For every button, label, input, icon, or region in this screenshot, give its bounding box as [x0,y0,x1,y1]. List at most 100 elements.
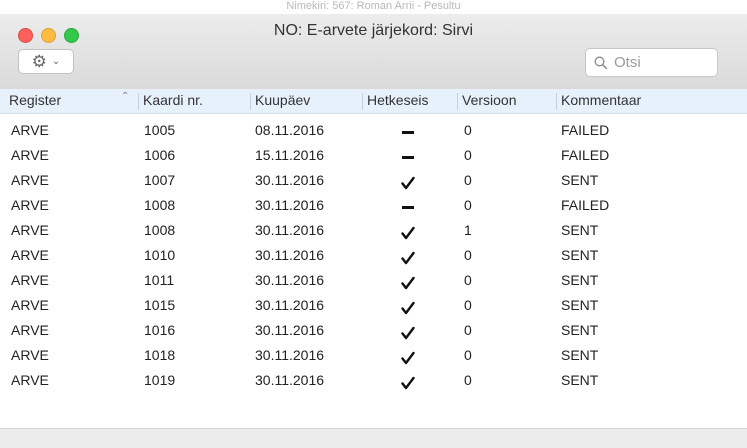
cell-kommentaar: SENT [561,322,599,338]
chevron-down-icon: ⌄ [51,55,61,67]
table-row[interactable]: ARVE 1008 30.11.2016 1 SENT [0,218,747,243]
column-separator[interactable] [250,93,251,110]
cell-kommentaar: SENT [561,297,599,313]
cell-kuupaev: 30.11.2016 [255,172,325,188]
cell-kuupaev: 30.11.2016 [255,272,325,288]
search-placeholder: Otsi [614,54,641,71]
table-row[interactable]: ARVE 1016 30.11.2016 0 SENT [0,318,747,343]
cell-kommentaar: SENT [561,222,599,238]
cell-kuupaev: 30.11.2016 [255,297,325,313]
cell-kommentaar: SENT [561,247,599,263]
cell-versioon: 0 [464,297,472,313]
column-header-kommentaar[interactable]: Kommentaar [561,89,641,113]
cell-register: ARVE [11,197,49,213]
status-cell [393,343,423,368]
column-header-versioon[interactable]: Versioon [462,89,516,113]
cell-versioon: 1 [464,222,472,238]
cell-kommentaar: SENT [561,347,599,363]
cell-register: ARVE [11,272,49,288]
gear-icon: ⚙ [31,52,47,71]
action-menu-button[interactable]: ⚙ ⌄ [18,49,74,74]
column-separator[interactable] [457,93,458,110]
column-header-kuupaev[interactable]: Kuupäev [255,89,310,113]
table-row[interactable]: ARVE 1005 08.11.2016 0 FAILED [0,118,747,143]
cell-kuupaev: 30.11.2016 [255,347,325,363]
cell-register: ARVE [11,347,49,363]
cell-register: ARVE [11,147,49,163]
cell-kuupaev: 08.11.2016 [255,122,325,138]
column-separator[interactable] [138,93,139,110]
cell-versioon: 0 [464,122,472,138]
cell-kommentaar: SENT [561,272,599,288]
column-separator[interactable] [556,93,557,110]
column-header-register[interactable]: Register [9,89,61,113]
table-row[interactable]: ARVE 1015 30.11.2016 0 SENT [0,293,747,318]
cell-versioon: 0 [464,322,472,338]
cell-kaardi-nr: 1019 [144,372,176,388]
dash-icon [402,156,414,159]
table-row[interactable]: ARVE 1019 30.11.2016 0 SENT [0,368,747,393]
cell-versioon: 0 [464,197,472,213]
cell-kuupaev: 30.11.2016 [255,197,325,213]
cell-kommentaar: SENT [561,372,599,388]
cell-kuupaev: 15.11.2016 [255,147,325,163]
status-cell [393,268,423,293]
background-window-strip: Nimekiri: 567: Roman Arrii - Pesultu [0,0,747,14]
cell-kommentaar: FAILED [561,147,610,163]
cell-kaardi-nr: 1006 [144,147,176,163]
cell-register: ARVE [11,297,49,313]
cell-kaardi-nr: 1008 [144,197,176,213]
cell-versioon: 0 [464,247,472,263]
checkmark-icon [401,176,415,189]
cell-kuupaev: 30.11.2016 [255,322,325,338]
column-header-kaardi-nr[interactable]: Kaardi nr. [143,89,203,113]
status-cell [393,218,423,243]
table-row[interactable]: ARVE 1006 15.11.2016 0 FAILED [0,143,747,168]
checkmark-icon [401,251,415,264]
cell-kommentaar: FAILED [561,197,610,213]
cell-register: ARVE [11,172,49,188]
table-row[interactable]: ARVE 1010 30.11.2016 0 SENT [0,243,747,268]
table-row[interactable]: ARVE 1018 30.11.2016 0 SENT [0,343,747,368]
table-header: Register ⌃ Kaardi nr. Kuupäev Hetkeseis … [0,89,747,114]
cell-kaardi-nr: 1008 [144,222,176,238]
cell-kaardi-nr: 1016 [144,322,176,338]
cell-kaardi-nr: 1007 [144,172,176,188]
cell-register: ARVE [11,247,49,263]
sort-ascending-icon: ⌃ [121,91,130,102]
table-row[interactable]: ARVE 1011 30.11.2016 0 SENT [0,268,747,293]
checkmark-icon [401,276,415,289]
cell-versioon: 0 [464,172,472,188]
cell-kommentaar: SENT [561,172,599,188]
column-header-hetkeseis[interactable]: Hetkeseis [367,89,428,113]
background-window-title: Nimekiri: 567: Roman Arrii - Pesultu [286,0,461,12]
cell-register: ARVE [11,372,49,388]
status-cell [393,368,423,393]
window-title: NO: E-arvete järjekord: Sirvi [273,22,474,39]
cell-kaardi-nr: 1018 [144,347,176,363]
table-body: ARVE 1005 08.11.2016 0 FAILED ARVE 1006 … [0,118,747,393]
checkmark-icon [401,376,415,389]
checkmark-icon [401,326,415,339]
status-cell [393,318,423,343]
cell-versioon: 0 [464,372,472,388]
table-row[interactable]: ARVE 1008 30.11.2016 0 FAILED [0,193,747,218]
checkmark-icon [401,301,415,314]
status-cell [393,193,423,218]
cell-kaardi-nr: 1010 [144,247,176,263]
table-row[interactable]: ARVE 1007 30.11.2016 0 SENT [0,168,747,193]
column-separator[interactable] [362,93,363,110]
status-cell [393,168,423,193]
cell-kuupaev: 30.11.2016 [255,372,325,388]
cell-kaardi-nr: 1005 [144,122,176,138]
cell-kuupaev: 30.11.2016 [255,222,325,238]
cell-versioon: 0 [464,272,472,288]
search-field[interactable]: Otsi [585,48,718,77]
checkmark-icon [401,226,415,239]
status-cell [393,143,423,168]
dash-icon [402,206,414,209]
cell-register: ARVE [11,222,49,238]
status-cell [393,243,423,268]
cell-kaardi-nr: 1015 [144,297,176,313]
cell-kommentaar: FAILED [561,122,610,138]
